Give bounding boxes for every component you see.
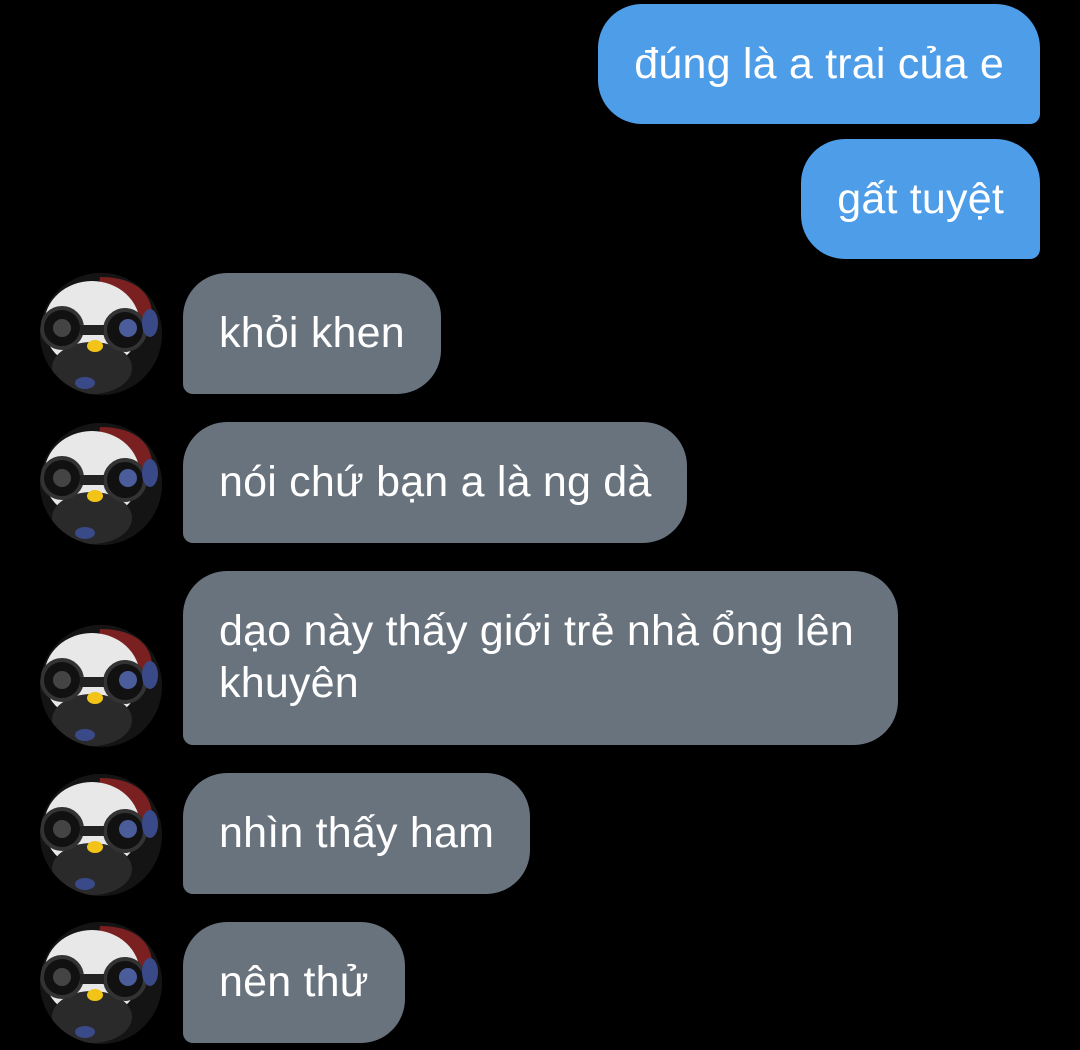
penguin-avatar-graphic <box>40 423 162 545</box>
penguin-avatar-graphic <box>40 922 162 1044</box>
sent-message-bubble[interactable]: gất tuyệt <box>801 139 1040 259</box>
message-text: nhìn thấy ham <box>219 809 495 857</box>
penguin-avatar-graphic <box>40 774 162 896</box>
received-message-bubble[interactable]: dạo này thấy giới trẻ nhà ổng lên khuyên <box>183 571 898 745</box>
penguin-avatar-icon[interactable] <box>40 273 162 395</box>
received-message-bubble[interactable]: nói chứ bạn a là ng dà <box>183 422 688 543</box>
received-message-bubble[interactable]: khỏi khen <box>183 273 441 394</box>
penguin-avatar-icon[interactable] <box>40 922 162 1044</box>
chat-thread: đúng là a trai của e gất tuyệt khỏi khen <box>0 0 1080 1050</box>
sent-message-bubble[interactable]: đúng là a trai của e <box>598 4 1040 124</box>
penguin-avatar-icon[interactable] <box>40 774 162 896</box>
received-message-bubble[interactable]: nhìn thấy ham <box>183 773 531 894</box>
message-text: dạo này thấy giới trẻ nhà ổng lên khuyên <box>219 607 854 707</box>
message-text: gất tuyệt <box>837 175 1004 223</box>
penguin-avatar-icon[interactable] <box>40 423 162 545</box>
message-text: nên thử <box>219 958 369 1006</box>
penguin-avatar-icon[interactable] <box>40 625 162 747</box>
message-text: khỏi khen <box>219 309 405 357</box>
message-text: nói chứ bạn a là ng dà <box>219 458 652 506</box>
penguin-avatar-graphic <box>40 273 162 395</box>
message-text: đúng là a trai của e <box>634 40 1004 88</box>
received-message-bubble[interactable]: nên thử <box>183 922 405 1043</box>
penguin-avatar-graphic <box>40 625 162 747</box>
